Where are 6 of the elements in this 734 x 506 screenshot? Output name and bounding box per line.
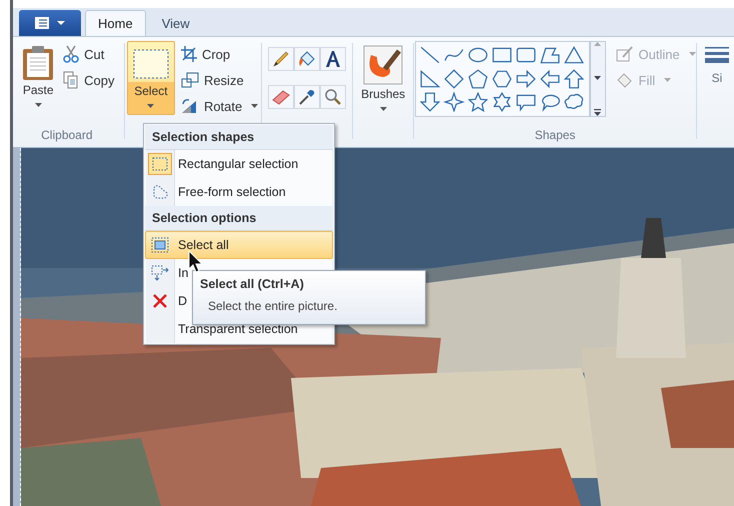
- menu-section-header: Selection options: [145, 206, 333, 231]
- tooltip-title: Select all (Ctrl+A): [200, 277, 305, 291]
- tooltip-text: Select the entire picture.: [207, 299, 338, 313]
- group-label: Shapes: [534, 128, 576, 144]
- menu-section-header: Selection shapes: [145, 125, 333, 150]
- group-label: Clipboard: [41, 128, 93, 144]
